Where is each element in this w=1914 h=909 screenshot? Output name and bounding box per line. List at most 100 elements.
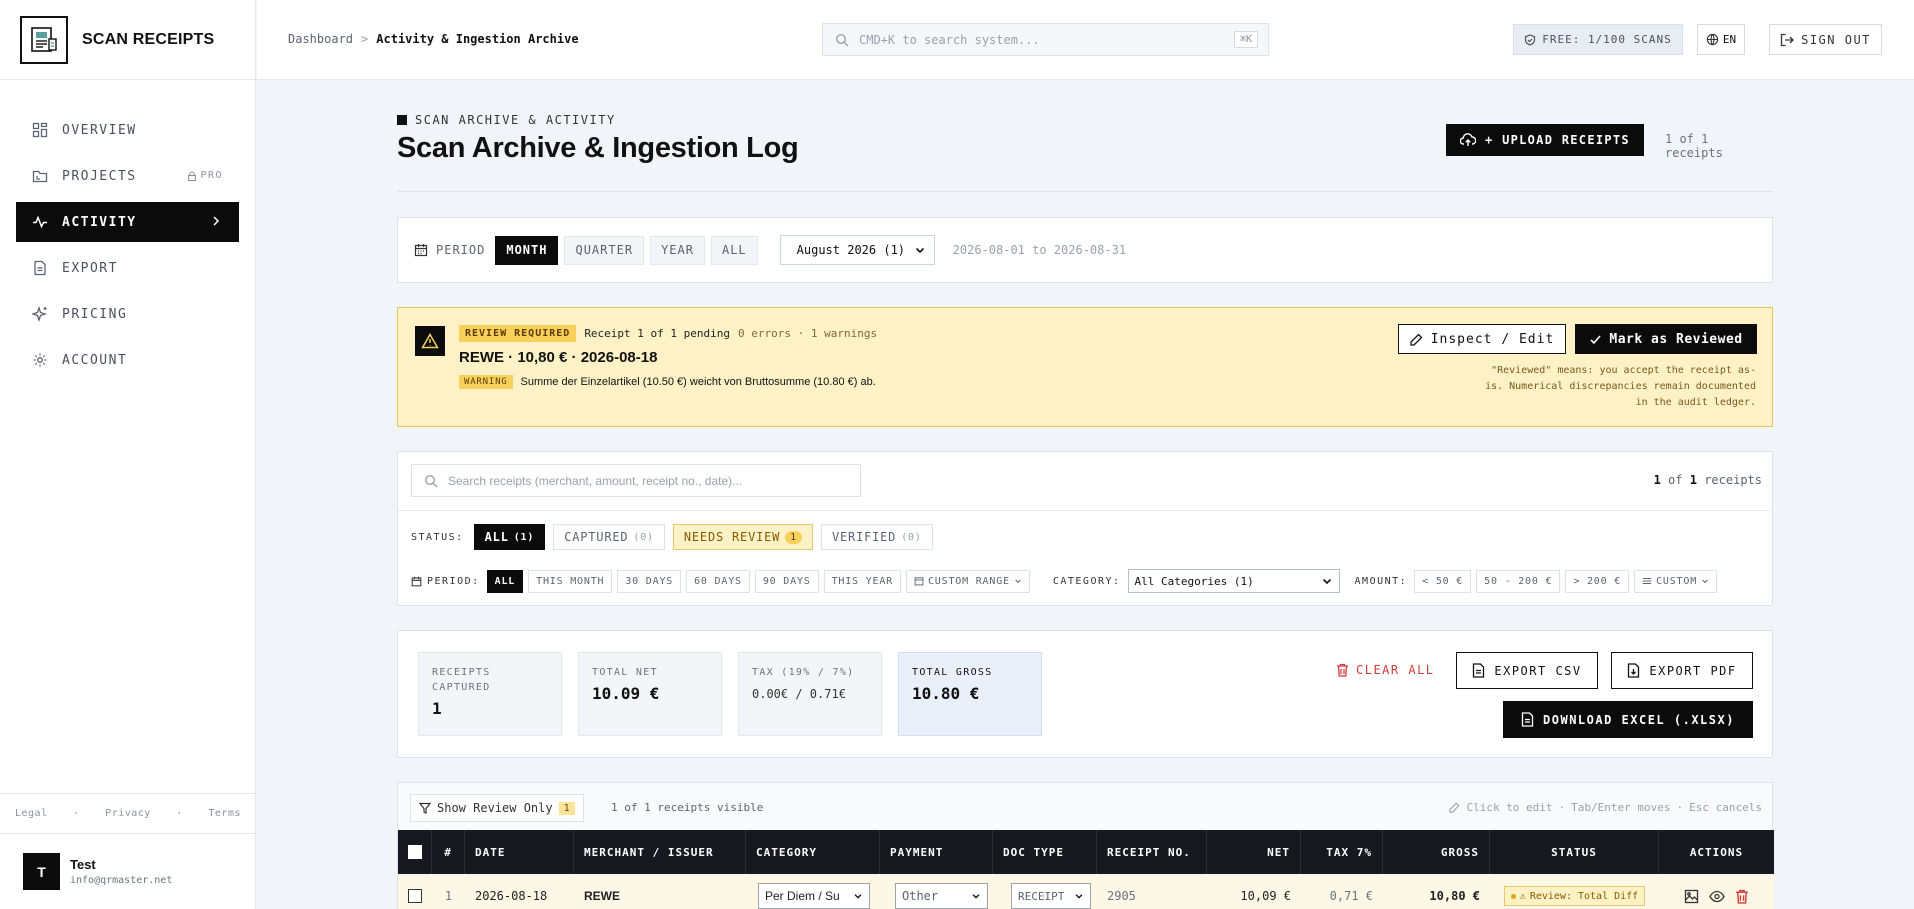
amount-over-200-filter[interactable]: > 200 € xyxy=(1565,569,1630,593)
period-this-year-filter[interactable]: THIS YEAR xyxy=(823,569,901,593)
status-all-button[interactable]: ALL (1) xyxy=(473,524,546,550)
upload-receipts-button[interactable]: + UPLOAD RECEIPTS xyxy=(1446,124,1644,156)
export-pdf-label: EXPORT PDF xyxy=(1649,663,1737,678)
select-all-checkbox[interactable] xyxy=(407,845,422,859)
user-profile[interactable]: T Test info@qrmaster.net xyxy=(0,833,256,909)
status-needs-review-button[interactable]: NEEDS REVIEW 1 xyxy=(672,524,813,550)
col-payment[interactable]: PAYMENT xyxy=(880,830,993,874)
chevron-down-icon xyxy=(854,894,862,899)
search-icon xyxy=(835,33,849,47)
period-year-button[interactable]: YEAR xyxy=(650,235,705,265)
period-all-button[interactable]: ALL xyxy=(710,235,758,265)
status-verified-button[interactable]: VERIFIED (0) xyxy=(821,524,933,550)
sign-out-button[interactable]: SIGN OUT xyxy=(1769,24,1882,55)
col-number[interactable]: # xyxy=(432,830,465,874)
logout-icon xyxy=(1780,33,1795,47)
legal-link[interactable]: Legal xyxy=(15,808,48,819)
sidebar-item-pricing[interactable]: PRICING xyxy=(16,294,239,334)
col-merchant[interactable]: MERCHANT / ISSUER xyxy=(574,830,746,874)
sidebar-item-activity[interactable]: ACTIVITY xyxy=(16,202,239,242)
chevron-down-icon xyxy=(1075,894,1083,899)
chevron-down-icon xyxy=(914,244,926,256)
col-receipt-no[interactable]: RECEIPT NO. xyxy=(1097,830,1207,874)
row-date[interactable]: 2026-08-18 xyxy=(465,874,574,909)
language-button[interactable]: EN xyxy=(1697,24,1745,55)
period-90-days-filter[interactable]: 90 DAYS xyxy=(754,569,819,593)
sidebar-item-overview[interactable]: OVERVIEW xyxy=(16,110,239,150)
doc-type-select[interactable]: RECEIPT xyxy=(1011,883,1091,909)
col-doc-type[interactable]: DOC TYPE xyxy=(993,830,1097,874)
receipts-table-card: Show Review Only 1 1 of 1 receipts visib… xyxy=(397,782,1774,909)
period-month-button[interactable]: MONTH xyxy=(495,235,559,265)
status-verified-label: VERIFIED xyxy=(832,530,897,544)
row-net[interactable]: 10,09 € xyxy=(1207,874,1301,909)
privacy-link[interactable]: Privacy xyxy=(105,808,151,819)
receipt-search-placeholder: Search receipts (merchant, amount, recei… xyxy=(448,473,743,488)
eye-icon[interactable] xyxy=(1709,889,1725,904)
period-this-month-filter[interactable]: THIS MONTH xyxy=(528,569,613,593)
receipt-search-input[interactable]: Search receipts (merchant, amount, recei… xyxy=(411,464,861,497)
export-csv-button[interactable]: EXPORT CSV xyxy=(1456,652,1598,689)
amount-custom-button[interactable]: CUSTOM xyxy=(1634,569,1718,593)
amount-under-50-filter[interactable]: < 50 € xyxy=(1414,569,1472,593)
row-tax[interactable]: 0,71 € xyxy=(1301,874,1383,909)
status-captured-button[interactable]: CAPTURED (0) xyxy=(553,524,665,550)
period-all-filter[interactable]: ALL xyxy=(486,569,524,593)
col-net[interactable]: NET xyxy=(1207,830,1301,874)
global-search-input[interactable]: CMD+K to search system... ⌘K xyxy=(822,23,1269,56)
mark-reviewed-button[interactable]: Mark as Reviewed xyxy=(1575,324,1757,354)
payment-select[interactable]: Other xyxy=(895,883,988,909)
status-badge[interactable]: ⚠ Review: Total Diff xyxy=(1503,886,1646,906)
row-gross[interactable]: 10,80 € xyxy=(1383,874,1490,909)
status-needs-review-count: 1 xyxy=(785,530,802,544)
receipt-logo-icon xyxy=(20,15,68,64)
period-30-days-filter[interactable]: 30 DAYS xyxy=(617,569,682,593)
col-date[interactable]: DATE xyxy=(465,830,574,874)
row-receipt-no[interactable]: 2905 xyxy=(1097,874,1207,909)
amount-50-200-filter[interactable]: 50 - 200 € xyxy=(1476,569,1561,593)
terms-link[interactable]: Terms xyxy=(208,808,241,819)
row-merchant[interactable]: REWE xyxy=(574,874,746,909)
image-icon[interactable] xyxy=(1684,889,1699,904)
col-gross[interactable]: GROSS xyxy=(1383,830,1490,874)
inspect-edit-button[interactable]: Inspect / Edit xyxy=(1398,324,1566,354)
plan-badge[interactable]: FREE: 1/100 SCANS xyxy=(1513,24,1683,55)
divider xyxy=(397,191,1773,192)
row-checkbox[interactable] xyxy=(408,889,422,903)
col-category[interactable]: CATEGORY xyxy=(746,830,880,874)
month-select[interactable]: August 2026 (1) xyxy=(779,235,935,265)
sidebar-item-account[interactable]: ACCOUNT xyxy=(16,340,239,380)
divider xyxy=(398,510,1772,511)
export-pdf-button[interactable]: EXPORT PDF xyxy=(1611,652,1753,689)
period-quarter-button[interactable]: QUARTER xyxy=(564,235,645,265)
col-tax[interactable]: TAX 7% xyxy=(1301,830,1383,874)
stat-total-net: TOTAL NET 10.09 € xyxy=(578,652,722,736)
breadcrumb-dashboard[interactable]: Dashboard xyxy=(288,32,353,46)
download-excel-button[interactable]: DOWNLOAD EXCEL (.XLSX) xyxy=(1503,701,1753,738)
category-value: Per Diem / Su xyxy=(765,889,840,903)
row-category-cell: Per Diem / Su xyxy=(758,874,870,909)
period-label: PERIOD xyxy=(414,243,485,257)
period-label-text: PERIOD xyxy=(436,243,486,257)
brand[interactable]: SCAN RECEIPTS xyxy=(0,0,255,80)
trash-icon[interactable] xyxy=(1735,889,1749,904)
review-only-count: 1 xyxy=(558,801,575,815)
col-status[interactable]: STATUS xyxy=(1490,830,1659,874)
stat-value: 10.80 € xyxy=(912,684,980,703)
search-icon xyxy=(424,474,438,488)
sidebar-item-projects[interactable]: PROJECTS PRO xyxy=(16,156,239,196)
sidebar-item-label: EXPORT xyxy=(62,260,118,276)
stat-label: RECEIPTS CAPTURED xyxy=(432,667,491,693)
table-row[interactable]: 1 2026-08-18 REWE Per Diem / Su Other RE… xyxy=(398,874,1774,909)
category-select[interactable]: All Categories (1) xyxy=(1127,569,1340,593)
sidebar-item-export[interactable]: EXPORT xyxy=(16,248,239,288)
period-60-days-filter[interactable]: 60 DAYS xyxy=(686,569,750,593)
category-select[interactable]: Per Diem / Su xyxy=(758,883,870,909)
clear-all-button[interactable]: CLEAR ALL xyxy=(1336,663,1435,677)
custom-range-button[interactable]: CUSTOM RANGE xyxy=(905,569,1030,593)
show-review-only-button[interactable]: Show Review Only 1 xyxy=(410,794,584,822)
filtered-count-suffix: receipts xyxy=(1704,473,1762,487)
status-needs-review-label: NEEDS REVIEW xyxy=(683,530,781,544)
separator: · xyxy=(73,808,80,819)
stat-tax: TAX (19% / 7%) 0.00€ / 0.71€ xyxy=(738,652,882,736)
